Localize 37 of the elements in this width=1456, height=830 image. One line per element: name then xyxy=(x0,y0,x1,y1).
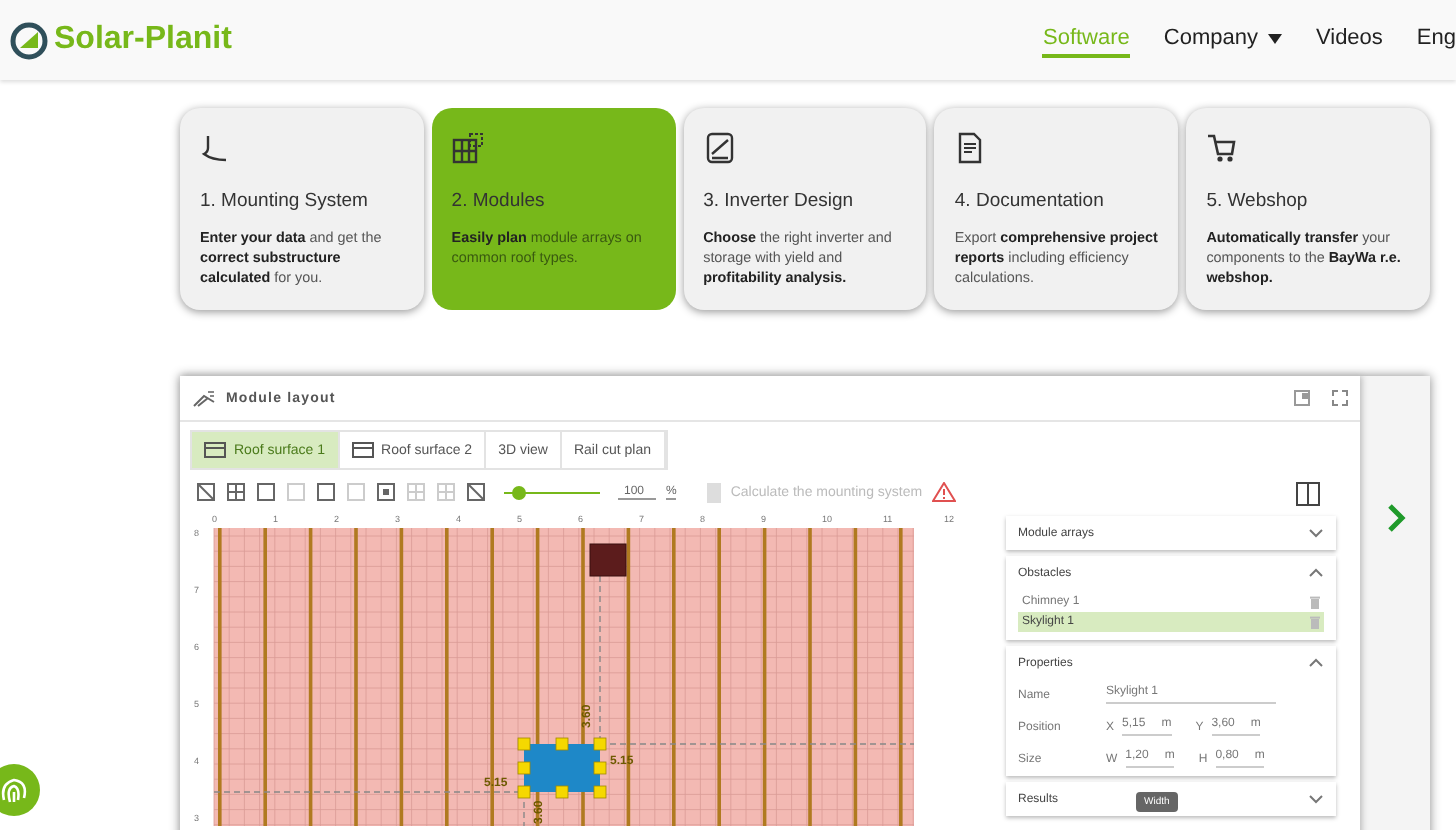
roof-icon xyxy=(192,389,216,407)
module-grid-icon xyxy=(451,132,484,164)
collapse-icon[interactable] xyxy=(1308,568,1324,578)
caret-icon xyxy=(1267,33,1282,43)
step-title: 1. Mounting System xyxy=(200,190,370,212)
fingerprint-icon xyxy=(0,764,40,816)
hatch-icon xyxy=(196,482,216,502)
document-icon xyxy=(954,132,987,164)
grid-icon xyxy=(436,482,456,502)
rail-icon xyxy=(200,132,232,164)
step-title: 2. Modules xyxy=(451,190,547,212)
minimize-window-icon xyxy=(1294,390,1310,406)
nav-link[interactable]: Eng xyxy=(1416,22,1456,58)
expand-icon[interactable] xyxy=(1308,528,1324,538)
diagonal-icon xyxy=(466,482,486,502)
chimney-obstacle[interactable] xyxy=(589,543,627,577)
calculator-icon xyxy=(706,481,723,503)
grid-icon xyxy=(226,482,246,502)
expand-icon[interactable] xyxy=(1308,794,1324,804)
logo-icon xyxy=(10,21,48,59)
step-title: 3. Inverter Design xyxy=(703,190,856,212)
next-chevron-icon xyxy=(1385,501,1405,533)
cart-icon xyxy=(1206,132,1239,164)
skylight-obstacle[interactable] xyxy=(517,737,607,799)
step-title: 4. Documentation xyxy=(954,190,1106,212)
slider-thumb[interactable] xyxy=(512,485,527,499)
nav-link[interactable]: Videos xyxy=(1315,22,1383,58)
roof-surface-icon xyxy=(204,442,226,458)
fullscreen-icon xyxy=(1332,390,1348,406)
split-view-icon xyxy=(1296,482,1320,506)
square-icon xyxy=(376,482,396,502)
roof-surface-icon xyxy=(351,442,374,458)
nav-link[interactable]: Company xyxy=(1163,22,1282,58)
inverter-icon xyxy=(703,132,736,164)
collapse-icon[interactable] xyxy=(1308,658,1324,668)
step-title: 5. Webshop xyxy=(1206,190,1310,212)
grid-icon xyxy=(406,482,426,502)
